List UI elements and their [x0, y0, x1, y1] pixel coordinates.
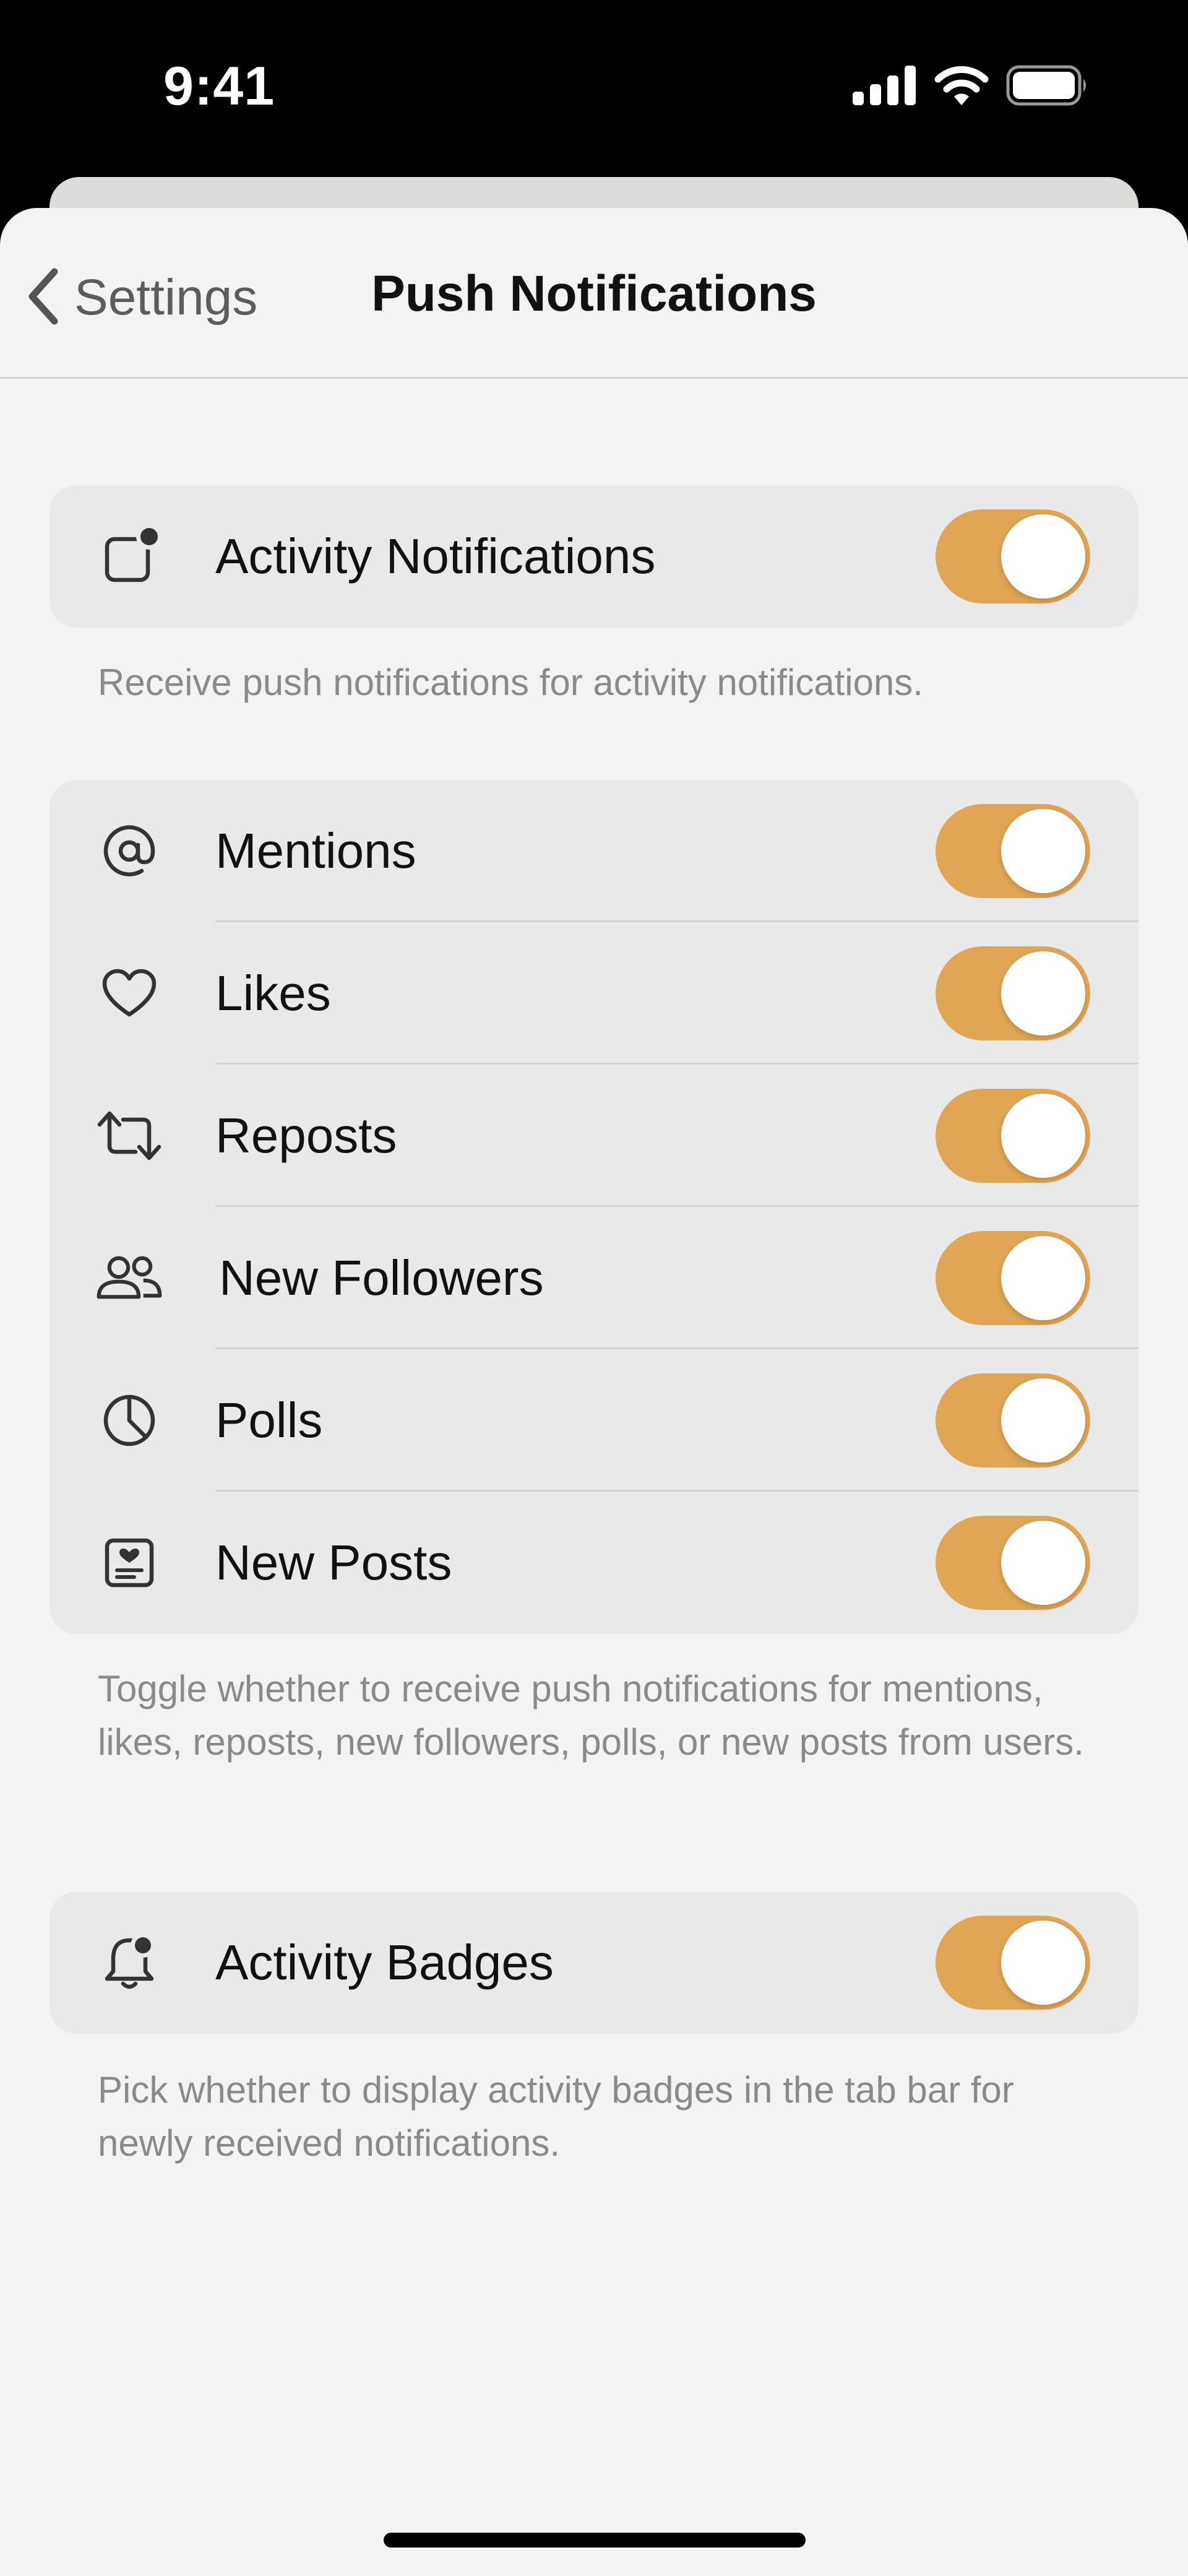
settings-row-polls: Polls — [50, 1349, 1138, 1492]
new-posts-toggle[interactable] — [936, 1516, 1090, 1610]
heart-icon — [95, 959, 163, 1027]
wifi-icon — [933, 64, 990, 110]
activity-notifications-toggle[interactable] — [936, 509, 1090, 603]
pie-chart-icon — [95, 1386, 163, 1454]
signal-icon — [853, 65, 917, 108]
people-icon — [95, 1244, 163, 1312]
navigation-bar: Settings Push Notifications — [0, 208, 1188, 379]
row-label: Likes — [215, 966, 331, 1021]
row-label: Reposts — [215, 1108, 397, 1163]
settings-sheet: Settings Push Notifications Activity Not… — [0, 208, 1188, 2576]
bell-badge-icon — [95, 1929, 163, 1997]
row-label: Mentions — [215, 823, 416, 878]
new-followers-toggle[interactable] — [936, 1231, 1090, 1325]
post-icon — [95, 1529, 163, 1597]
row-label: Activity Badges — [215, 1935, 554, 1990]
settings-row-reposts: Reposts — [50, 1065, 1138, 1207]
toggle-knob — [1001, 514, 1085, 599]
mentions-toggle[interactable] — [936, 804, 1090, 898]
activity-notifications-group: Activity Notifications — [50, 485, 1138, 628]
settings-row-activity-notifications: Activity Notifications — [50, 485, 1138, 628]
section-footer: Receive push notifications for activity … — [98, 662, 923, 703]
repost-icon — [95, 1102, 163, 1170]
toggle-knob — [1001, 1521, 1085, 1605]
home-indicator — [384, 2533, 806, 2548]
status-icons — [853, 62, 1089, 111]
likes-toggle[interactable] — [936, 946, 1090, 1040]
section-footer: Toggle whether to receive push notificat… — [98, 1668, 1084, 1763]
polls-toggle[interactable] — [936, 1373, 1090, 1467]
status-bar: 9:41 — [0, 0, 1188, 179]
row-label: New Followers — [219, 1250, 544, 1305]
battery-icon — [1006, 65, 1089, 109]
activity-badges-group: Activity Badges — [50, 1891, 1138, 2034]
toggle-knob — [1001, 1236, 1085, 1320]
toggle-knob — [1001, 1921, 1085, 2005]
settings-row-likes: Likes — [50, 922, 1138, 1065]
settings-row-new-followers: New Followers — [50, 1207, 1138, 1349]
section-footer: Pick whether to display activity badges … — [98, 2069, 1014, 2164]
activity-badges-toggle[interactable] — [936, 1916, 1090, 2010]
page-title: Push Notifications — [371, 266, 817, 322]
row-label: Activity Notifications — [215, 529, 656, 584]
reposts-toggle[interactable] — [936, 1089, 1090, 1183]
toggle-knob — [1001, 809, 1085, 893]
toggle-knob — [1001, 1094, 1085, 1178]
toggle-knob — [1001, 951, 1085, 1035]
activity-types-group: Mentions Likes Reposts New Followers Pol… — [50, 780, 1138, 1634]
at-sign-icon — [95, 817, 163, 885]
notification-dot-icon — [95, 522, 163, 590]
settings-row-mentions: Mentions — [50, 780, 1138, 922]
settings-row-new-posts: New Posts — [50, 1492, 1138, 1634]
toggle-knob — [1001, 1378, 1085, 1463]
status-time: 9:41 — [163, 55, 275, 116]
row-label: Polls — [215, 1393, 323, 1448]
row-label: New Posts — [215, 1535, 452, 1590]
settings-row-activity-badges: Activity Badges — [50, 1891, 1138, 2034]
